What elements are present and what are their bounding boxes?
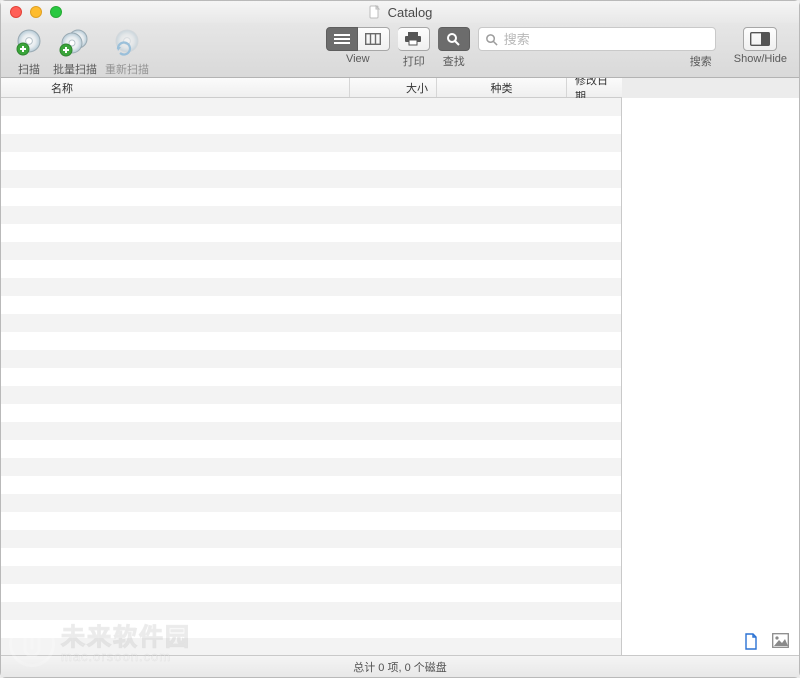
table-row — [1, 170, 621, 188]
search-group: 搜索 — [478, 27, 716, 69]
view-list-button[interactable] — [326, 27, 358, 51]
print-button[interactable] — [398, 27, 430, 51]
batch-scan-label: 批量扫描 — [53, 61, 97, 77]
col-name[interactable]: 名称 — [1, 78, 350, 97]
col-kind[interactable]: 种类 — [437, 78, 567, 97]
search-icon — [485, 33, 498, 46]
content-area — [1, 98, 799, 655]
rescan-label: 重新扫描 — [105, 61, 149, 77]
rescan-button[interactable]: 重新扫描 — [105, 27, 149, 77]
print-group: 打印 — [398, 27, 430, 69]
table-row — [1, 314, 621, 332]
table-row — [1, 458, 621, 476]
col-size[interactable]: 大小 — [350, 78, 437, 97]
status-text: 总计 0 项, 0 个磁盘 — [353, 659, 447, 675]
image-file-icon[interactable] — [772, 633, 789, 650]
table-row — [1, 278, 621, 296]
disc-scan-icon — [14, 28, 44, 58]
window-title: Catalog — [388, 5, 433, 20]
list-icon — [334, 33, 350, 45]
table-row — [1, 206, 621, 224]
table-row — [1, 368, 621, 386]
table-row — [1, 386, 621, 404]
showhide-button[interactable] — [743, 27, 777, 51]
table-row — [1, 476, 621, 494]
table-row — [1, 188, 621, 206]
view-columns-button[interactable] — [358, 27, 390, 51]
table-row — [1, 620, 621, 638]
table-header: 名称 大小 种类 修改日期 — [1, 78, 622, 98]
columns-icon — [365, 33, 381, 45]
find-group: 查找 — [438, 27, 470, 69]
table-row — [1, 638, 621, 655]
find-label: 查找 — [443, 53, 465, 69]
table-row — [1, 98, 621, 116]
table-row — [1, 548, 621, 566]
table-row — [1, 422, 621, 440]
table-row — [1, 350, 621, 368]
info-panel — [622, 98, 799, 655]
table-row — [1, 404, 621, 422]
document-icon — [368, 5, 382, 19]
scan-button[interactable]: 扫描 — [13, 27, 45, 77]
scan-label: 扫描 — [18, 61, 40, 77]
table-row — [1, 152, 621, 170]
table-row — [1, 224, 621, 242]
showhide-label: Show/Hide — [734, 53, 787, 65]
statusbar: 总计 0 项, 0 个磁盘 — [1, 655, 799, 677]
print-label: 打印 — [403, 53, 425, 69]
disc-rescan-icon — [112, 28, 142, 58]
titlebar: Catalog — [1, 1, 799, 23]
table-row — [1, 296, 621, 314]
table-row — [1, 116, 621, 134]
magnifier-icon — [446, 32, 460, 46]
table-row — [1, 332, 621, 350]
table-row — [1, 530, 621, 548]
table-row — [1, 512, 621, 530]
window-title-wrap: Catalog — [1, 5, 799, 20]
list-view[interactable] — [1, 98, 622, 655]
table-row — [1, 566, 621, 584]
table-row — [1, 602, 621, 620]
view-label: View — [346, 53, 370, 65]
showhide-group: Show/Hide — [734, 27, 787, 65]
table-row — [1, 242, 621, 260]
table-row — [1, 494, 621, 512]
search-field[interactable] — [478, 27, 716, 51]
col-date[interactable]: 修改日期 — [567, 78, 622, 97]
table-row — [1, 584, 621, 602]
find-button[interactable] — [438, 27, 470, 51]
view-group: View — [326, 27, 390, 65]
toolbar: 扫描 批量扫描 — [1, 23, 799, 78]
table-row — [1, 134, 621, 152]
batch-scan-button[interactable]: 批量扫描 — [53, 27, 97, 77]
search-input[interactable] — [504, 32, 709, 47]
page-file-icon[interactable] — [744, 633, 758, 650]
app-window: Catalog 扫描 — [0, 0, 800, 678]
search-label: 搜索 — [690, 53, 712, 69]
table-row — [1, 260, 621, 278]
sidebar-toggle-icon — [750, 32, 770, 46]
disc-batch-icon — [58, 28, 92, 58]
printer-icon — [404, 32, 422, 46]
table-row — [1, 440, 621, 458]
